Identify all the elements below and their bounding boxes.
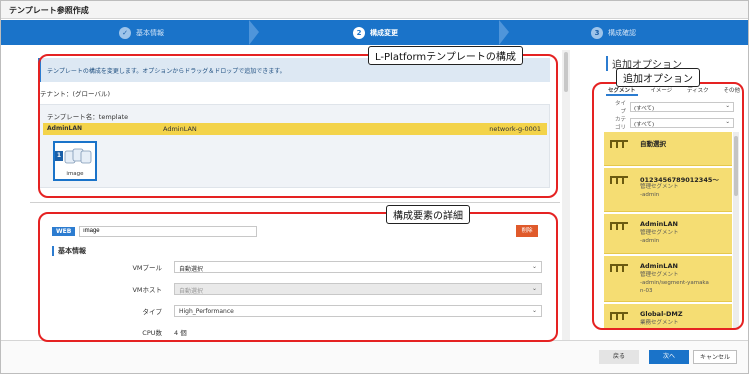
step-chevron-icon bbox=[249, 20, 259, 45]
step-config-change[interactable]: 2 構成変更 bbox=[353, 25, 398, 40]
wizard-steps: ✓ 基本情報 2 構成変更 3 構成確認 bbox=[1, 20, 748, 45]
detail-annotation: 構成要素の詳細 bbox=[386, 205, 470, 224]
scroll-thumb[interactable] bbox=[564, 52, 568, 92]
composition-annotation: L-Platformテンプレートの構成 bbox=[368, 46, 523, 65]
composition-callout bbox=[38, 54, 558, 198]
next-button[interactable]: 次へ bbox=[649, 350, 689, 364]
step-label: 基本情報 bbox=[136, 28, 164, 37]
step-basic-info[interactable]: ✓ 基本情報 bbox=[119, 25, 164, 40]
step-label: 構成変更 bbox=[370, 28, 398, 37]
step-chevron-icon bbox=[499, 20, 509, 45]
check-icon: ✓ bbox=[119, 26, 131, 39]
footer-bar: 戻る 次へ キャンセル bbox=[1, 340, 748, 373]
step-number: 3 bbox=[591, 26, 603, 39]
title-bar: テンプレート参照作成 bbox=[1, 1, 748, 19]
divider bbox=[30, 202, 560, 203]
window-title: テンプレート参照作成 bbox=[9, 6, 89, 15]
step-number: 2 bbox=[353, 26, 365, 39]
detail-callout bbox=[38, 212, 558, 342]
options-annotation: 追加オプション bbox=[616, 68, 700, 87]
back-button[interactable]: 戻る bbox=[599, 350, 639, 364]
options-callout bbox=[592, 82, 744, 330]
left-scrollbar[interactable] bbox=[562, 50, 570, 346]
step-label: 構成確認 bbox=[608, 28, 636, 37]
cancel-button[interactable]: キャンセル bbox=[693, 350, 737, 364]
step-config-confirm[interactable]: 3 構成確認 bbox=[591, 25, 636, 40]
